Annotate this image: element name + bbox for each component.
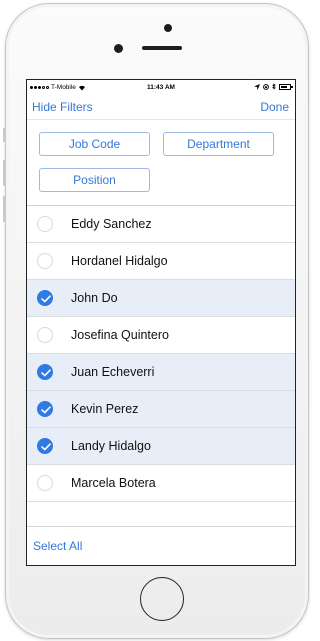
checked-circle-icon[interactable] — [37, 438, 53, 454]
list-item[interactable]: John Do — [27, 280, 295, 317]
lock-rotation-icon — [263, 83, 269, 90]
proximity-sensor — [114, 44, 123, 53]
unchecked-circle-icon[interactable] — [37, 327, 53, 343]
select-all-button[interactable]: Select All — [33, 539, 82, 553]
employee-name: John Do — [71, 291, 118, 305]
list-item[interactable]: Eddy Sanchez — [27, 206, 295, 243]
unchecked-circle-icon[interactable] — [37, 475, 53, 491]
employee-name: Marcela Botera — [71, 476, 156, 490]
list-item[interactable]: Marcela Botera — [27, 465, 295, 502]
job-code-filter-button[interactable]: Job Code — [39, 132, 150, 156]
status-icons — [254, 83, 293, 90]
position-filter-button[interactable]: Position — [39, 168, 150, 192]
hide-filters-button[interactable]: Hide Filters — [32, 100, 93, 114]
checked-circle-icon[interactable] — [37, 290, 53, 306]
employee-name: Kevin Perez — [71, 402, 139, 416]
list-item[interactable]: Josefina Quintero — [27, 317, 295, 354]
front-camera — [164, 24, 172, 32]
checked-circle-icon[interactable] — [37, 364, 53, 380]
earpiece-speaker — [142, 46, 182, 50]
employee-list: Eddy Sanchez Hordanel Hidalgo John Do Josef… — [27, 206, 295, 502]
filter-panel: Job Code Department Position — [27, 119, 295, 206]
list-item[interactable]: Landy Hidalgo — [27, 428, 295, 465]
volume-up-button — [3, 160, 6, 186]
employee-name: Josefina Quintero — [71, 328, 169, 342]
mute-switch — [3, 128, 6, 142]
employee-name: Landy Hidalgo — [71, 439, 151, 453]
employee-name: Eddy Sanchez — [71, 217, 152, 231]
navigation-bar: Hide Filters Done — [27, 96, 295, 119]
location-icon — [254, 83, 260, 90]
bluetooth-icon — [272, 83, 276, 90]
unchecked-circle-icon[interactable] — [37, 216, 53, 232]
done-button[interactable]: Done — [260, 100, 289, 114]
unchecked-circle-icon[interactable] — [37, 253, 53, 269]
employee-name: Juan Echeverri — [71, 365, 155, 379]
app-screen: T-Mobile 11:43 AM Hide Filters Done Job … — [26, 79, 296, 566]
bottom-toolbar: Select All — [27, 526, 295, 565]
volume-down-button — [3, 196, 6, 222]
home-button[interactable] — [140, 577, 184, 621]
list-item[interactable]: Hordanel Hidalgo — [27, 243, 295, 280]
status-bar: T-Mobile 11:43 AM — [27, 80, 295, 96]
checked-circle-icon[interactable] — [37, 401, 53, 417]
battery-icon — [279, 83, 293, 90]
department-filter-button[interactable]: Department — [163, 132, 274, 156]
employee-name: Hordanel Hidalgo — [71, 254, 168, 268]
list-item[interactable]: Juan Echeverri — [27, 354, 295, 391]
list-item[interactable]: Kevin Perez — [27, 391, 295, 428]
